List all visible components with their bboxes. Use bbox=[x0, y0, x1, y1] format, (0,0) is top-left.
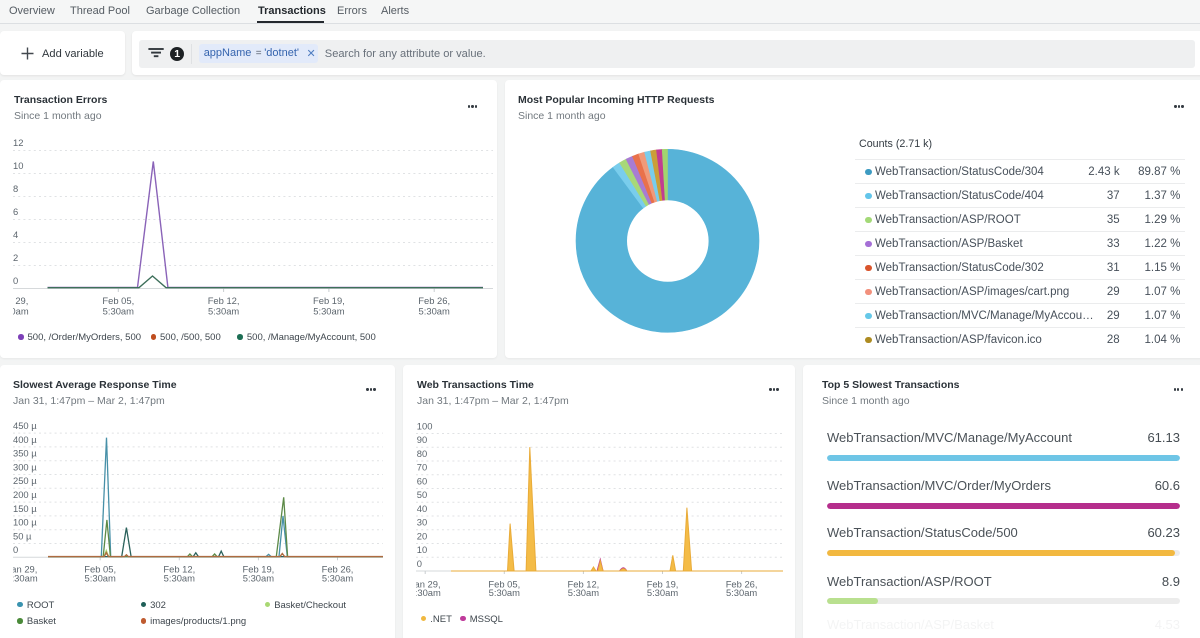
svg-text:90: 90 bbox=[417, 434, 427, 445]
svg-text:5:30am: 5:30am bbox=[0, 306, 29, 317]
svg-text:200 µ: 200 µ bbox=[13, 489, 37, 500]
svg-text:Feb 26,: Feb 26, bbox=[418, 295, 450, 306]
svg-text:5:30am: 5:30am bbox=[208, 306, 239, 317]
svg-text:50: 50 bbox=[417, 489, 427, 500]
svg-text:Feb 12,: Feb 12, bbox=[208, 295, 240, 306]
svg-text:400 µ: 400 µ bbox=[13, 434, 37, 445]
svg-text:5:30am: 5:30am bbox=[103, 306, 134, 317]
svg-text:20: 20 bbox=[417, 530, 427, 541]
svg-text:8: 8 bbox=[13, 183, 18, 194]
svg-text:150 µ: 150 µ bbox=[13, 503, 37, 514]
svg-text:5:30am: 5:30am bbox=[164, 572, 195, 583]
svg-text:5:30am: 5:30am bbox=[419, 306, 450, 317]
svg-text:300 µ: 300 µ bbox=[13, 461, 37, 472]
svg-text:12: 12 bbox=[13, 137, 23, 148]
svg-text:4: 4 bbox=[13, 229, 18, 240]
svg-text:5:30am: 5:30am bbox=[647, 587, 678, 598]
svg-text:10: 10 bbox=[417, 544, 427, 555]
svg-text:Feb 05,: Feb 05, bbox=[102, 295, 134, 306]
svg-text:5:30am: 5:30am bbox=[6, 572, 37, 583]
svg-text:Jan 29,: Jan 29, bbox=[0, 295, 28, 306]
svg-text:0: 0 bbox=[13, 544, 18, 555]
svg-text:5:30am: 5:30am bbox=[726, 587, 757, 598]
svg-text:450 µ: 450 µ bbox=[13, 420, 37, 431]
svg-text:30: 30 bbox=[417, 517, 427, 528]
svg-text:0: 0 bbox=[13, 275, 18, 286]
svg-text:50 µ: 50 µ bbox=[13, 530, 32, 541]
svg-text:5:30am: 5:30am bbox=[568, 587, 599, 598]
svg-text:5:30am: 5:30am bbox=[243, 572, 274, 583]
svg-text:350 µ: 350 µ bbox=[13, 448, 37, 459]
svg-text:100: 100 bbox=[417, 420, 433, 431]
svg-text:10: 10 bbox=[13, 160, 23, 171]
svg-text:6: 6 bbox=[13, 206, 18, 217]
svg-text:40: 40 bbox=[417, 503, 427, 514]
svg-text:250 µ: 250 µ bbox=[13, 475, 37, 486]
svg-text:2: 2 bbox=[13, 252, 18, 263]
svg-text:100 µ: 100 µ bbox=[13, 517, 37, 528]
svg-text:Feb 19,: Feb 19, bbox=[313, 295, 345, 306]
svg-text:5:30am: 5:30am bbox=[322, 572, 353, 583]
svg-text:80: 80 bbox=[417, 448, 427, 459]
svg-text:60: 60 bbox=[417, 475, 427, 486]
svg-text:0: 0 bbox=[417, 558, 422, 569]
svg-text:5:30am: 5:30am bbox=[85, 572, 116, 583]
svg-text:5:30am: 5:30am bbox=[313, 306, 344, 317]
svg-text:5:30am: 5:30am bbox=[489, 587, 520, 598]
svg-text:70: 70 bbox=[417, 462, 427, 473]
svg-text:5:30am: 5:30am bbox=[410, 587, 441, 598]
